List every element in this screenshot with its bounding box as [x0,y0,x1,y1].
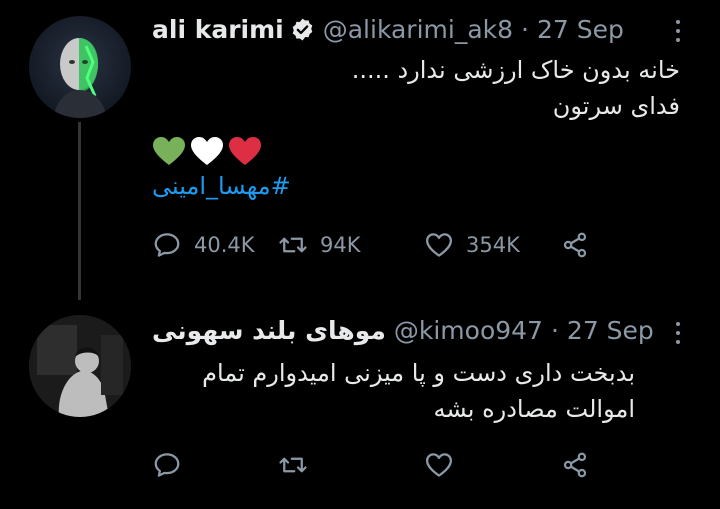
like-button[interactable] [424,450,560,480]
like-count: 354K [466,233,520,257]
share-button[interactable] [560,450,590,480]
share-icon [563,232,587,258]
more-icon[interactable] [674,20,682,42]
share-button[interactable] [560,230,590,260]
tweet[interactable]: موهای بلند سهونی @kimoo947 · 27 Sep بدبخ… [0,300,720,509]
like-icon [426,453,452,477]
tweet-text-line: اموالت مصادره بشه [433,395,635,423]
retweet-button[interactable]: 94K [278,230,424,260]
tweet-header: موهای بلند سهونی @kimoo947 · 27 Sep [152,313,654,347]
separator-dot: · [521,14,529,44]
tweet-text: خانه بدون خاک ارزشی ندارد ..... فدای سرت… [152,52,680,124]
tweet[interactable]: ali karimi @alikarimi_ak8 · 27 Sep خانه … [0,0,720,300]
separator-dot: · [550,315,559,345]
retweet-button[interactable] [278,450,424,480]
hashtag-link[interactable]: #مهسا_امینی [152,172,291,200]
tweet-date[interactable]: 27 Sep [537,15,624,44]
author-name[interactable]: موهای بلند سهونی [152,316,386,345]
reply-button[interactable]: 40.4K [152,230,278,260]
like-icon [426,233,452,257]
more-icon[interactable] [674,322,682,344]
emoji-hearts [152,136,262,166]
share-icon [563,452,587,478]
tweet-date[interactable]: 27 Sep [567,316,654,345]
reply-count: 40.4K [194,233,255,257]
like-button[interactable]: 354K [424,230,560,260]
tweet-text: بدبخت داری دست و پا میزنی امیدوارم تمام … [152,355,635,427]
retweet-icon [279,237,307,253]
tweet-actions [152,450,622,480]
author-handle[interactable]: @kimoo947 [394,316,543,345]
author-handle[interactable]: @alikarimi_ak8 [323,15,513,44]
tweet-text-line: خانه بدون خاک ارزشی ندارد ..... [351,56,680,84]
tweet-text-line: فدای سرتون [552,92,680,120]
retweet-count: 94K [320,233,361,257]
tweet-text-line: بدبخت داری دست و پا میزنی امیدوارم تمام [202,359,635,387]
red-heart-icon [229,137,261,165]
reply-icon [154,453,180,477]
retweet-icon [279,457,307,473]
verified-icon [290,17,315,42]
reply-icon [154,233,180,257]
reply-button[interactable] [152,450,278,480]
green-heart-icon [153,137,185,165]
author-name[interactable]: ali karimi [152,15,284,44]
avatar[interactable] [29,16,131,118]
thread-connector [78,122,81,300]
tweet-header: ali karimi @alikarimi_ak8 · 27 Sep [152,12,624,46]
avatar[interactable] [29,315,131,417]
white-heart-icon [191,137,223,165]
tweet-actions: 40.4K 94K 354K [152,230,622,260]
